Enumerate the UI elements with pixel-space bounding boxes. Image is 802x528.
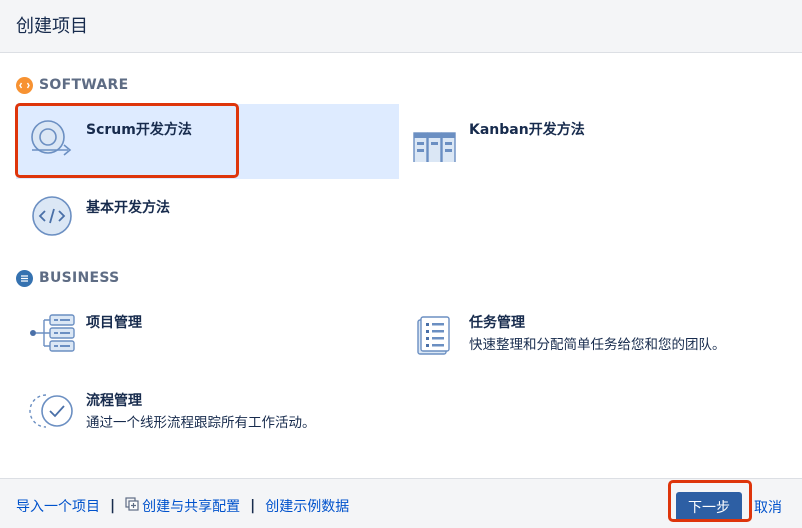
footer-separator: | xyxy=(110,498,116,514)
business-icon xyxy=(16,269,33,287)
next-button[interactable]: 下一步 xyxy=(676,492,742,522)
footer-links: 导入一个项目 | 创建与共享配置 | 创建示例数据 xyxy=(16,496,349,516)
dialog-title: 创建项目 xyxy=(16,16,88,37)
hierarchy-icon xyxy=(28,309,76,355)
create-sample-data-link[interactable]: 创建示例数据 xyxy=(265,496,349,516)
section-label-software: SOFTWARE xyxy=(39,77,129,93)
footer-separator: | xyxy=(250,498,256,514)
task-management-desc: 快速整理和分配简单任务给您和您的团队。 xyxy=(469,337,726,353)
project-type-project-management[interactable]: 项目管理 xyxy=(16,297,399,369)
project-type-scrum[interactable]: Scrum开发方法 xyxy=(16,104,399,179)
scrum-title: Scrum开发方法 xyxy=(86,122,192,138)
section-label-business: BUSINESS xyxy=(39,270,120,286)
project-type-kanban[interactable]: Kanban开发方法 xyxy=(399,104,789,179)
create-shared-config-link[interactable]: 创建与共享配置 xyxy=(142,496,240,516)
basic-title: 基本开发方法 xyxy=(86,200,170,216)
cancel-link[interactable]: 取消 xyxy=(754,497,782,517)
checklist-icon xyxy=(411,309,459,355)
process-management-title: 流程管理 xyxy=(86,393,142,409)
scrum-cycle-icon xyxy=(28,116,76,162)
process-management-desc: 通过一个线形流程跟踪所有工作活动。 xyxy=(86,415,316,431)
shared-config-icon xyxy=(125,497,139,515)
dialog-header: 创建项目 xyxy=(0,0,802,53)
software-icon xyxy=(16,76,33,94)
kanban-board-icon xyxy=(411,116,459,164)
task-management-title: 任务管理 xyxy=(469,315,525,331)
import-project-link[interactable]: 导入一个项目 xyxy=(16,496,100,516)
process-check-icon xyxy=(28,387,76,433)
project-management-title: 项目管理 xyxy=(86,315,142,331)
section-software: SOFTWARE xyxy=(16,76,129,94)
dialog-footer: 导入一个项目 | 创建与共享配置 | 创建示例数据 下一步 取消 xyxy=(0,478,802,528)
project-type-process-management[interactable]: 流程管理 通过一个线形流程跟踪所有工作活动。 xyxy=(16,375,399,447)
kanban-title: Kanban开发方法 xyxy=(469,122,585,138)
project-type-task-management[interactable]: 任务管理 快速整理和分配简单任务给您和您的团队。 xyxy=(399,297,789,369)
project-type-basic[interactable]: 基本开发方法 xyxy=(16,182,399,252)
code-icon xyxy=(28,194,76,240)
section-business: BUSINESS xyxy=(16,269,120,287)
